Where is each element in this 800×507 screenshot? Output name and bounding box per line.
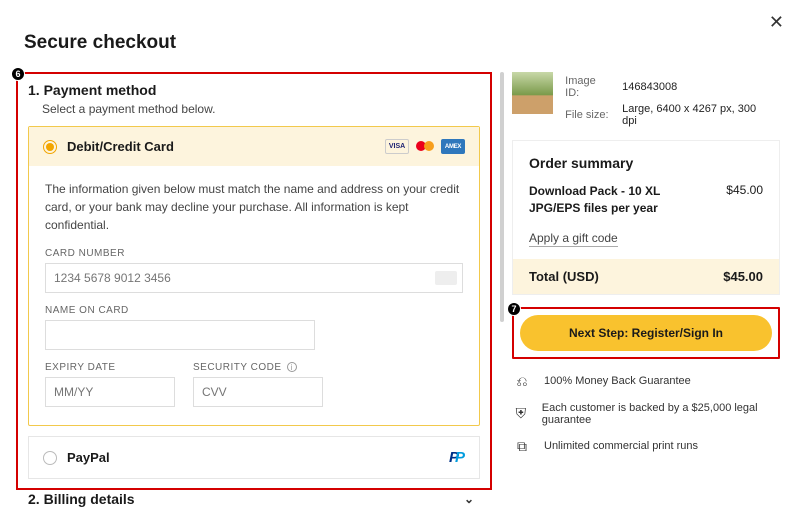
close-icon[interactable]: ✕: [769, 12, 784, 33]
benefit-money-back: 100% Money Back Guarantee: [544, 375, 691, 387]
payment-method-heading: 1. Payment method: [28, 82, 480, 98]
order-summary: Order summary Download Pack - 10 XL JPG/…: [512, 140, 780, 295]
benefit-print-runs: Unlimited commercial print runs: [544, 440, 698, 452]
name-on-card-label: NAME ON CARD: [45, 305, 315, 316]
credit-card-radio[interactable]: [43, 140, 57, 154]
expiry-label: EXPIRY DATE: [45, 362, 175, 373]
payment-method-subtitle: Select a payment method below.: [28, 102, 480, 116]
billing-details-toggle[interactable]: 2. Billing details ⌄: [28, 479, 480, 507]
annotation-badge-6: 6: [11, 67, 25, 81]
file-size-label: File size:: [565, 102, 620, 128]
card-type-icon: [435, 271, 457, 285]
order-summary-title: Order summary: [529, 155, 763, 171]
print-icon: ⧉: [512, 438, 532, 455]
visa-icon: VISA: [385, 139, 409, 154]
order-item-price: $45.00: [726, 183, 763, 217]
next-step-button[interactable]: Next Step: Register/Sign In: [520, 315, 772, 351]
amex-icon: AMEX: [441, 139, 465, 154]
cvv-label: SECURITY CODE i: [193, 362, 323, 373]
product-meta: Image ID:146843008 File size:Large, 6400…: [512, 72, 780, 140]
shield-icon: ⛨: [512, 405, 530, 422]
credit-card-option-header[interactable]: Debit/Credit Card VISA AMEX: [29, 127, 479, 166]
benefit-legal-guarantee: Each customer is backed by a $25,000 leg…: [542, 402, 780, 426]
annotation-badge-7: 7: [507, 302, 521, 316]
paypal-label: PayPal: [67, 450, 110, 465]
benefits-list: ⎌ 100% Money Back Guarantee ⛨ Each custome…: [512, 373, 780, 455]
scrollbar[interactable]: [500, 72, 504, 322]
order-item-label: Download Pack - 10 XL JPG/EPS files per …: [529, 183, 699, 217]
paypal-option[interactable]: PayPal PP: [28, 436, 480, 479]
cvv-input[interactable]: [193, 377, 323, 407]
credit-card-option: Debit/Credit Card VISA AMEX The informat…: [28, 126, 480, 426]
image-id-label: Image ID:: [565, 74, 620, 100]
money-back-icon: ⎌: [512, 373, 532, 390]
page-title: Secure checkout: [0, 0, 800, 72]
total-value: $45.00: [723, 269, 763, 284]
total-label: Total (USD): [529, 269, 599, 284]
card-number-input[interactable]: [45, 263, 463, 293]
image-id-value: 146843008: [622, 74, 778, 100]
next-step-highlight: 7 Next Step: Register/Sign In: [512, 307, 780, 359]
file-size-value: Large, 6400 x 4267 px, 300 dpi: [622, 102, 778, 128]
apply-gift-code-link[interactable]: Apply a gift code: [529, 231, 618, 247]
product-thumbnail: [512, 72, 553, 114]
payment-section-highlight: 6 1. Payment method Select a payment met…: [16, 72, 492, 490]
paypal-radio[interactable]: [43, 451, 57, 465]
mastercard-icon: [413, 139, 437, 154]
credit-card-info-text: The information given below must match t…: [45, 180, 463, 234]
paypal-icon: PP: [449, 449, 465, 466]
card-number-label: CARD NUMBER: [45, 248, 463, 259]
card-brand-logos: VISA AMEX: [385, 139, 465, 154]
cvv-info-icon[interactable]: i: [287, 362, 297, 372]
chevron-down-icon: ⌄: [464, 492, 474, 506]
name-on-card-input[interactable]: [45, 320, 315, 350]
credit-card-label: Debit/Credit Card: [67, 139, 174, 154]
expiry-input[interactable]: [45, 377, 175, 407]
